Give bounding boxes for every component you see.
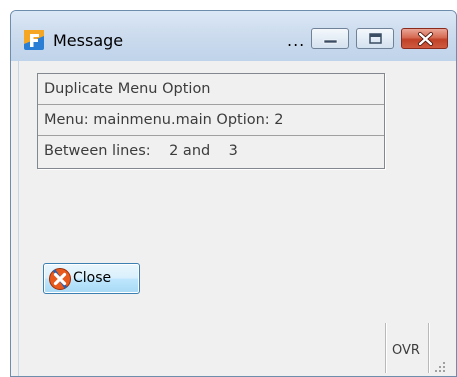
overwrite-mode-indicator: OVR (392, 343, 420, 358)
window-title: Message (53, 31, 124, 50)
message-line-menu: Menu: mainmenu.main Option: 2 (38, 105, 384, 136)
close-button-label: Close (73, 270, 112, 286)
close-window-button[interactable] (401, 28, 448, 49)
close-x-icon (49, 268, 71, 290)
maximize-button[interactable] (356, 28, 394, 49)
title-overflow: ... (287, 31, 306, 50)
message-window: Message ... Duplicate Menu Option Menu: … (10, 10, 457, 377)
minimize-button[interactable] (311, 28, 349, 49)
title-bar[interactable]: Message ... (11, 11, 456, 61)
maximize-icon (369, 33, 382, 44)
status-bar: OVR (19, 320, 449, 376)
message-box: Duplicate Menu Option Menu: mainmenu.mai… (37, 73, 385, 169)
close-icon (418, 32, 433, 46)
close-button[interactable]: Close (43, 263, 140, 294)
app-icon (24, 30, 44, 50)
status-separator (385, 323, 386, 373)
message-line-between: Between lines: 2 and 3 (44, 143, 238, 159)
client-area: Duplicate Menu Option Menu: mainmenu.mai… (18, 61, 449, 376)
message-line-title: Duplicate Menu Option (38, 74, 384, 105)
minimize-icon (323, 39, 338, 44)
resize-grip-icon[interactable] (433, 360, 447, 374)
status-separator (428, 323, 429, 373)
